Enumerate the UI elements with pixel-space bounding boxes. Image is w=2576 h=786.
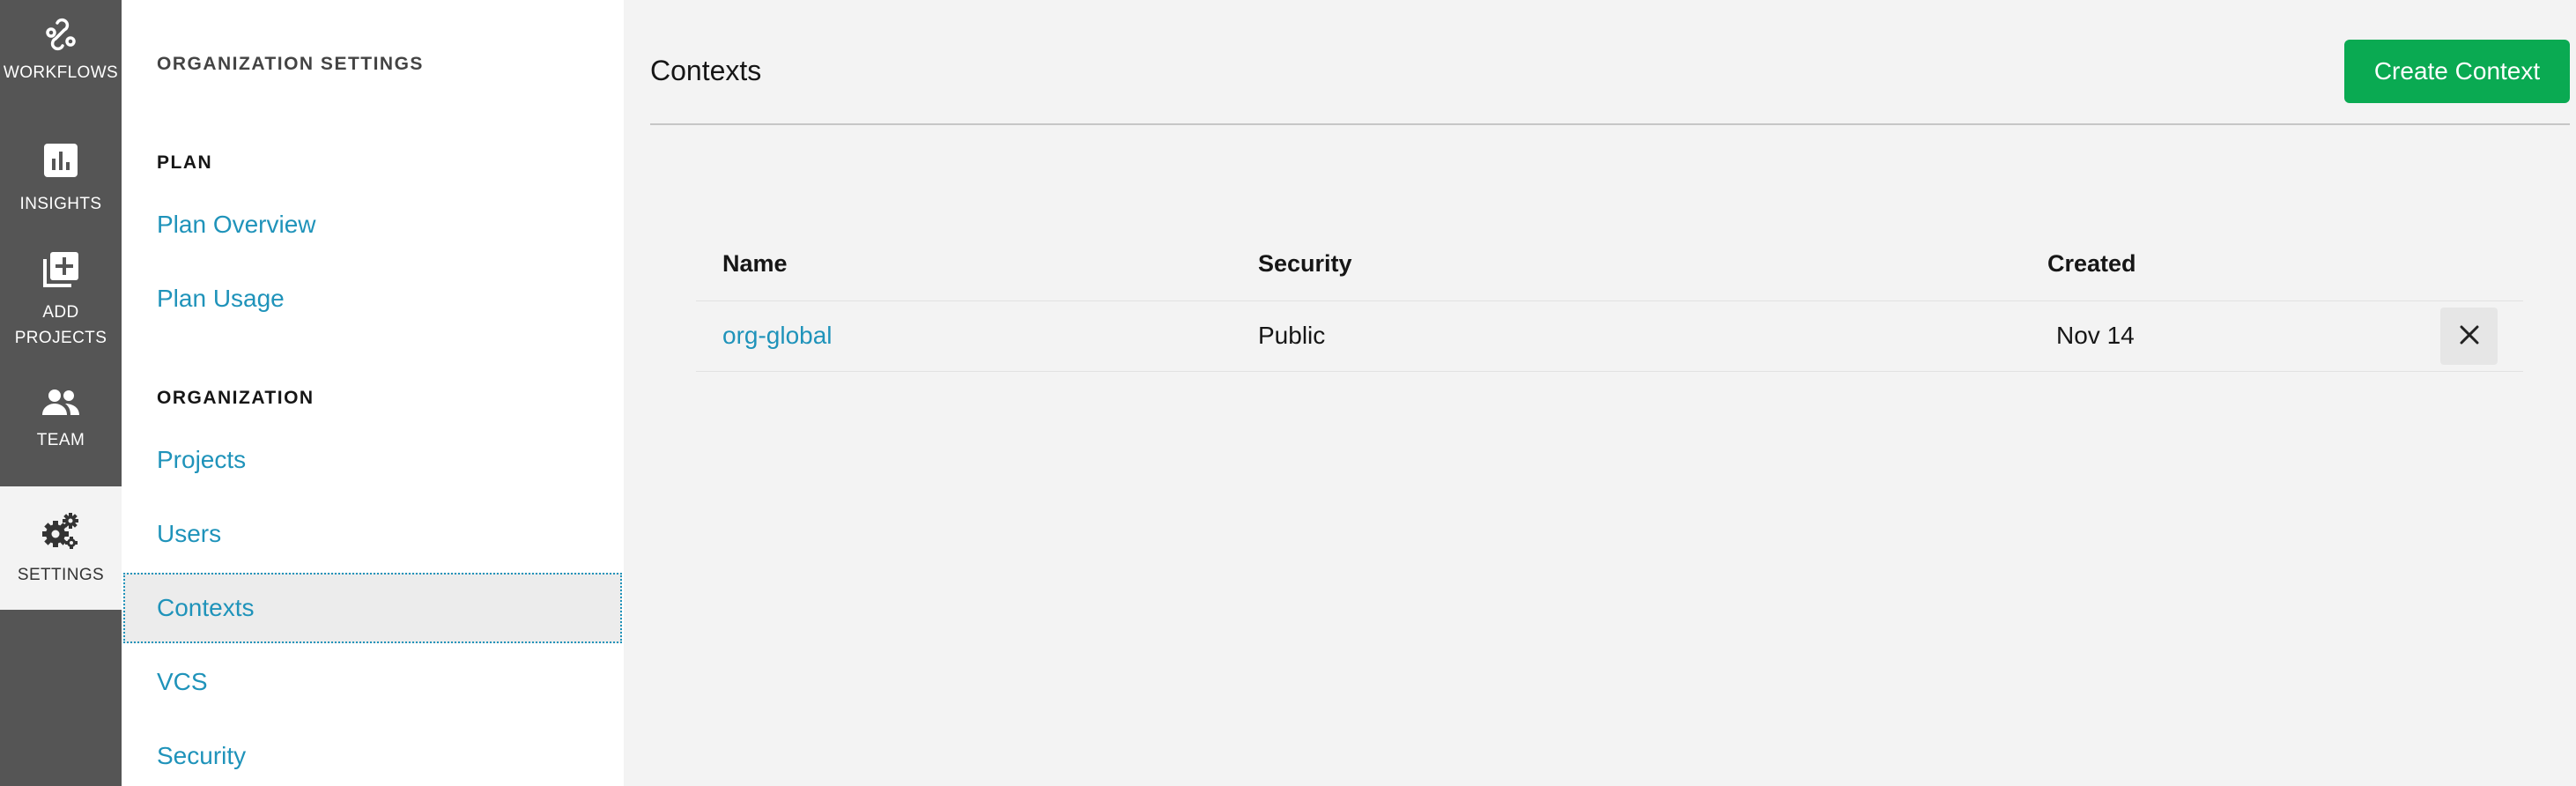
table-row-divider (696, 371, 2523, 372)
insights-icon (42, 142, 79, 179)
column-header-name: Name (722, 250, 788, 277)
rail-label-add: ADD (42, 303, 79, 322)
rail-item-settings[interactable]: SETTINGS (0, 486, 122, 610)
rail-item-team[interactable]: TEAM (0, 383, 122, 471)
nav-link-plan-usage[interactable]: Plan Usage (123, 263, 622, 334)
page-title: Contexts (650, 55, 762, 86)
settings-nav-panel: ORGANIZATION SETTINGS PLAN Plan Overview… (122, 0, 624, 786)
team-icon (41, 387, 81, 419)
settings-gears-icon (41, 511, 80, 550)
nav-link-contexts[interactable]: Contexts (123, 573, 622, 643)
nav-link-security[interactable]: Security (123, 721, 622, 786)
close-icon (2459, 324, 2480, 348)
rail-label-team: TEAM (36, 431, 85, 449)
rail-label-settings: SETTINGS (17, 566, 105, 584)
column-header-security: Security (1258, 250, 1352, 277)
context-security: Public (1258, 322, 1326, 349)
column-header-created: Created (2047, 250, 2136, 277)
nav-section-plan: PLAN (157, 152, 213, 173)
nav-link-users[interactable]: Users (123, 499, 622, 569)
rail-item-add-projects[interactable]: ADD PROJECTS (0, 247, 122, 357)
nav-section-organization: ORGANIZATION (157, 388, 315, 408)
rail-label-workflows: WORKFLOWS (3, 63, 119, 82)
create-context-button[interactable]: Create Context (2344, 40, 2570, 103)
nav-link-projects[interactable]: Projects (123, 425, 622, 495)
nav-link-plan-overview[interactable]: Plan Overview (123, 189, 622, 260)
nav-title: ORGANIZATION SETTINGS (157, 54, 424, 74)
rail-label-projects: PROJECTS (14, 329, 107, 347)
context-name-link[interactable]: org-global (722, 322, 833, 350)
delete-context-button[interactable] (2440, 308, 2498, 365)
context-created: Nov 14 (2056, 322, 2135, 349)
icon-rail: WORKFLOWS INSIGHTS ADD PROJECTS TEAM SET… (0, 0, 122, 786)
rail-label-insights: INSIGHTS (19, 195, 102, 213)
add-projects-icon (41, 250, 80, 289)
rail-item-insights[interactable]: INSIGHTS (0, 137, 122, 225)
rail-item-workflows[interactable]: WORKFLOWS (0, 11, 122, 99)
nav-link-vcs[interactable]: VCS (123, 647, 622, 717)
table-header-divider (696, 300, 2523, 301)
header-divider (650, 123, 2570, 125)
workflows-icon (41, 18, 80, 56)
